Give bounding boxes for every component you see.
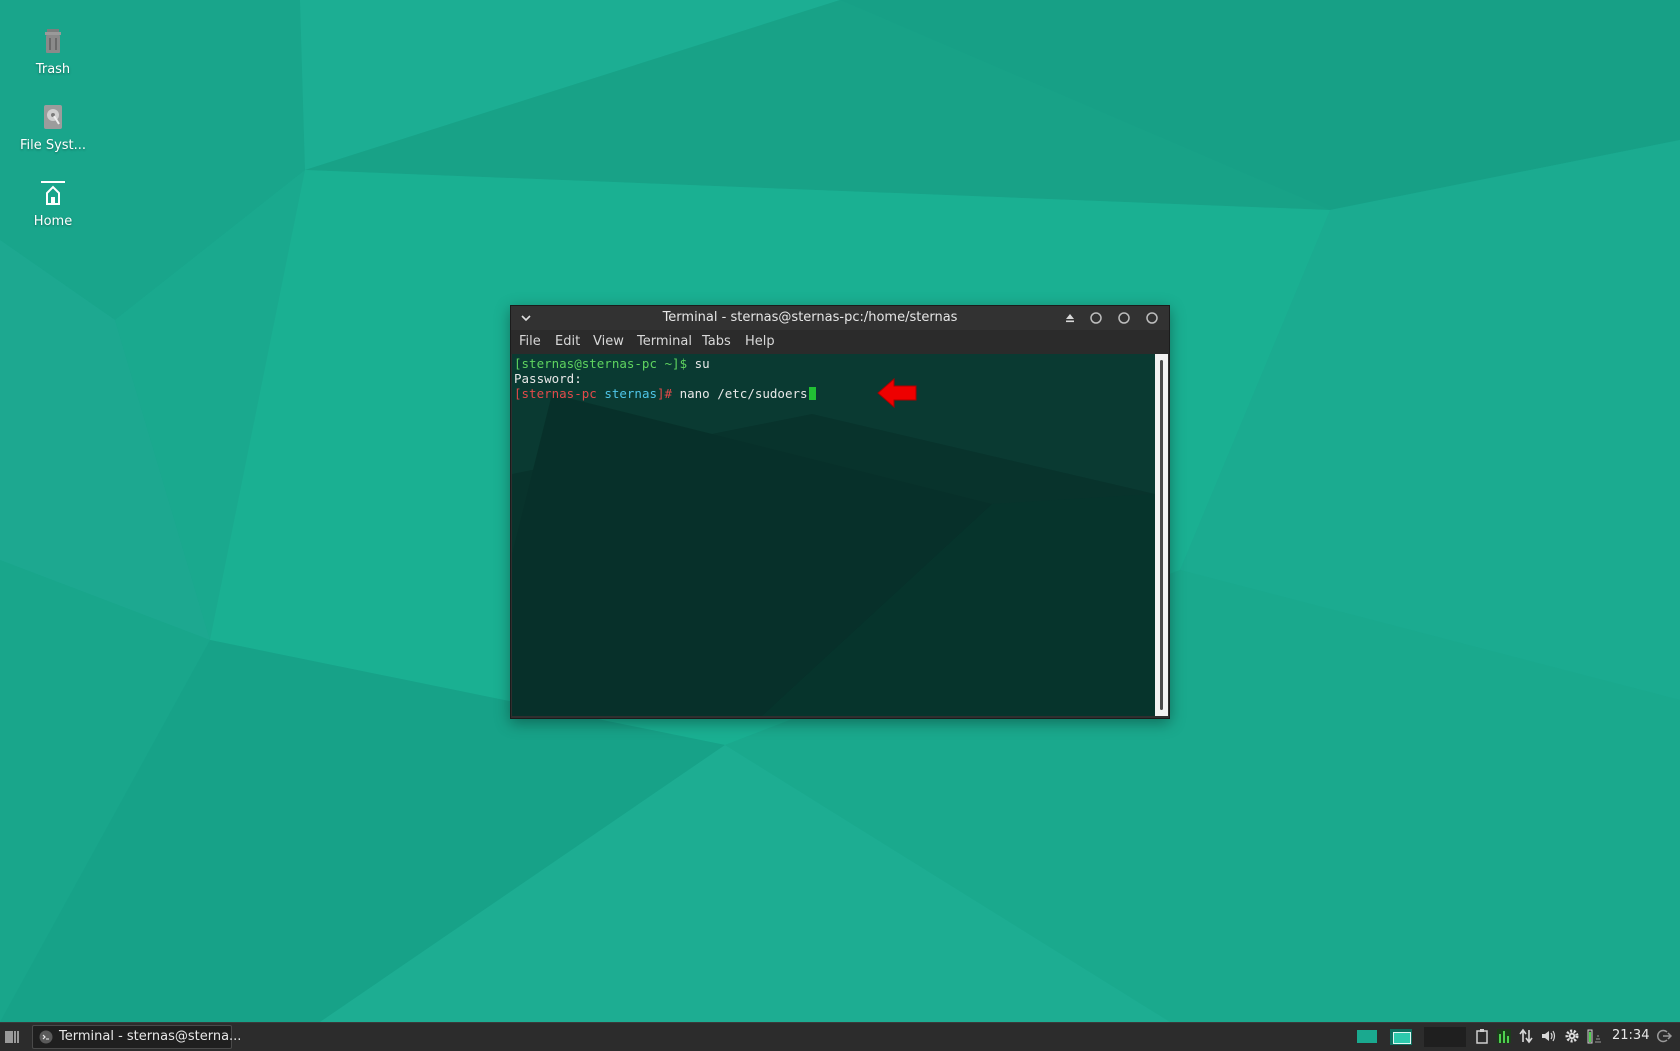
- taskbar-item-label: Terminal - sternas@sterna...: [59, 1029, 242, 1044]
- volume-icon[interactable]: [1540, 1028, 1556, 1044]
- terminal-line-2: Password:: [514, 371, 582, 386]
- file-system-icon: [44, 105, 62, 129]
- window-title: Terminal - sternas@sternas-pc:/home/ster…: [662, 310, 958, 325]
- window-shade-icon[interactable]: [1063, 311, 1077, 325]
- menu-item-view[interactable]: View: [593, 334, 624, 349]
- trash-icon: [45, 29, 61, 53]
- terminal-command: su: [687, 356, 710, 371]
- menu-item-tabs[interactable]: Tabs: [702, 334, 731, 349]
- desktop-icon-label: File Syst...: [19, 138, 87, 153]
- menu-item-help[interactable]: Help: [745, 334, 775, 349]
- terminal-prompt: [sternas@sternas-pc ~]$: [514, 356, 688, 371]
- terminal-window: Terminal - sternas@sternas-pc:/home/ster…: [510, 305, 1170, 719]
- window-titlebar[interactable]: Terminal - sternas@sternas-pc:/home/ster…: [511, 306, 1169, 330]
- terminal-line-1: [sternas@sternas-pc ~]$ su: [514, 356, 710, 371]
- cpu-graph-icon[interactable]: [1496, 1028, 1512, 1044]
- terminal-command: nano /etc/sudoers: [672, 386, 808, 401]
- menu-item-edit[interactable]: Edit: [555, 334, 580, 349]
- workspace-2-button[interactable]: [1390, 1027, 1412, 1047]
- terminal-cursor: [808, 387, 816, 400]
- desktop-icon-file-system[interactable]: File Syst...: [14, 102, 92, 153]
- terminal-line-3: [sternas-pc sternas]# nano /etc/sudoers: [514, 386, 816, 401]
- workspace-1-button[interactable]: [1356, 1027, 1378, 1047]
- manjaro-menu-icon[interactable]: [4, 1029, 20, 1045]
- settings-icon[interactable]: [1564, 1028, 1580, 1044]
- window-menu-chevron-down-icon[interactable]: [519, 311, 533, 325]
- window-minimize-button[interactable]: [1089, 311, 1103, 325]
- workspace-2-window-preview: [1393, 1032, 1411, 1044]
- menu-item-terminal[interactable]: Terminal: [637, 334, 692, 349]
- window-close-button[interactable]: [1145, 311, 1159, 325]
- desktop: Trash File Syst... Home Terminal - stern…: [0, 0, 1680, 1022]
- workspace-1-preview: [1357, 1030, 1377, 1043]
- scrollbar-thumb[interactable]: [1160, 360, 1163, 710]
- desktop-icon-home[interactable]: Home: [14, 178, 92, 229]
- battery-icon[interactable]: [1586, 1028, 1602, 1044]
- menu-item-file[interactable]: File: [519, 334, 541, 349]
- taskbar-item-terminal[interactable]: Terminal - sternas@sterna...: [32, 1025, 241, 1049]
- taskbar: Terminal - sternas@sterna... 21:34: [0, 1022, 1680, 1051]
- clipboard-icon[interactable]: [1474, 1028, 1490, 1044]
- red-arrow-annotation-icon: [877, 377, 917, 409]
- desktop-icon-label: Home: [33, 214, 73, 229]
- terminal-scrollbar[interactable]: [1155, 354, 1168, 716]
- terminal-prompt-end: ]#: [657, 386, 673, 401]
- network-icon[interactable]: [1518, 1028, 1534, 1044]
- terminal-prompt-dir: sternas: [604, 386, 658, 401]
- desktop-icon-trash[interactable]: Trash: [14, 26, 92, 77]
- workspace-3-button[interactable]: [1424, 1027, 1466, 1047]
- terminal-icon: [39, 1030, 53, 1044]
- terminal-prompt-host: [sternas-pc: [514, 386, 597, 401]
- window-menubar: File Edit View Terminal Tabs Help: [511, 330, 1169, 354]
- terminal-output[interactable]: [sternas@sternas-pc ~]$ su Password: [st…: [512, 354, 1155, 716]
- desktop-icon-label: Trash: [35, 62, 71, 77]
- logout-icon[interactable]: [1656, 1028, 1672, 1044]
- home-icon: [41, 181, 65, 205]
- workspace-3-preview: [1424, 1027, 1466, 1047]
- taskbar-clock[interactable]: 21:34: [1612, 1028, 1649, 1043]
- terminal-background: [512, 354, 1155, 716]
- window-maximize-button[interactable]: [1117, 311, 1131, 325]
